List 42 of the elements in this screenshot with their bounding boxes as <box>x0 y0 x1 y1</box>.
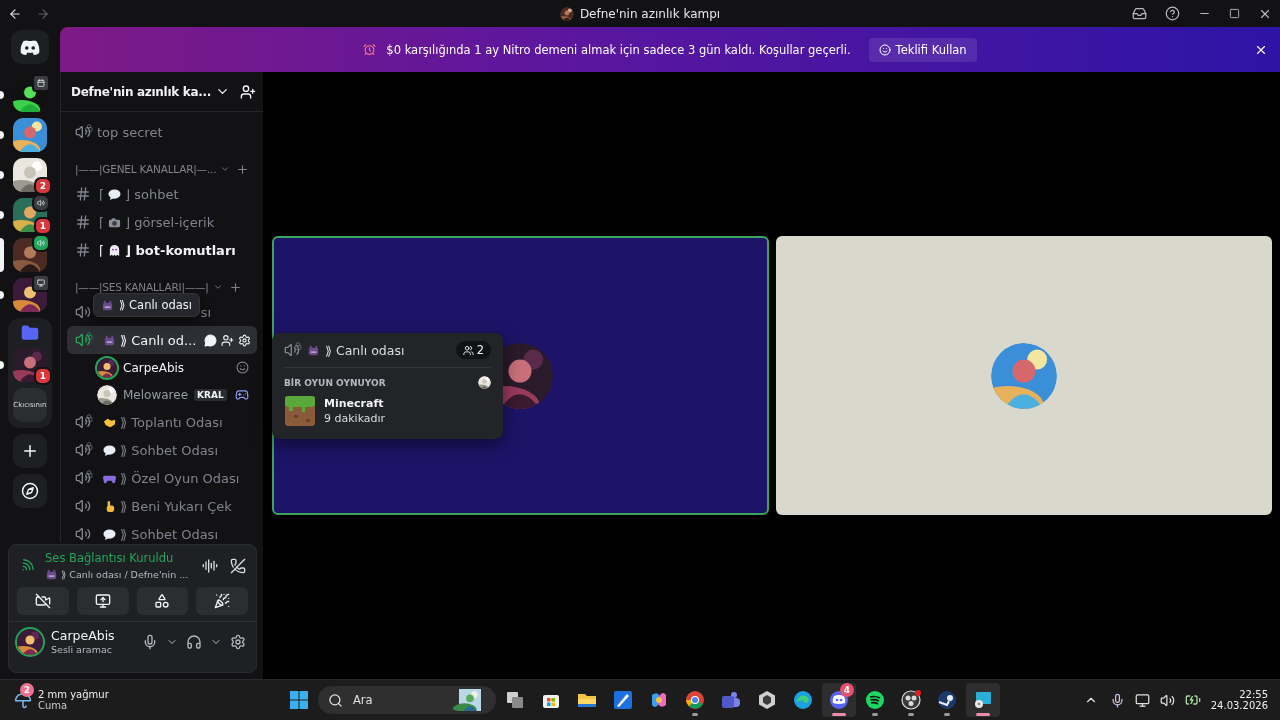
channel-name: ⌋ görsel-içerik <box>125 214 215 230</box>
unread-count: 1 <box>34 367 52 385</box>
weather-text: 2 mm yağmur <box>38 689 109 700</box>
bracket-text: ⌈ <box>99 242 105 258</box>
channel-name: Toplantı Odası <box>131 414 223 430</box>
play-duration: 9 dakikadır <box>324 412 386 425</box>
connection-status: Ses Bağlantısı Kuruldu <box>45 551 175 566</box>
tooltip-text: ⟫ Canlı odası <box>119 298 193 312</box>
user-name: CarpeAbis <box>123 360 185 375</box>
chevron-text: ⟫ <box>120 332 128 348</box>
promo-text: $0 karşılığında 1 ay Nitro demeni almak için sadece 3 gün kaldı. Koşullar geçerli. <box>386 42 851 57</box>
channel-name: Özel Oyun Odası <box>131 470 240 486</box>
user-name: CarpeAbis <box>51 628 116 643</box>
member-count: 2 <box>455 341 491 359</box>
voice-location: ⟫ Canlı odası / Defne'nin ... <box>61 569 189 580</box>
chevron-text: ⟫ <box>120 414 128 430</box>
channel-name: ⌋ bot-komutları <box>125 242 236 258</box>
chevron-text: ⟫ <box>120 470 128 486</box>
channel-name: top secret <box>97 124 163 140</box>
role-tag: KRAL <box>194 388 227 401</box>
chevron-text: ⟫ <box>120 442 128 458</box>
unread-count: 2 <box>34 177 52 195</box>
channel-name: Beni Yukarı Çek <box>131 498 232 514</box>
bracket-text: ⌈ <box>99 214 105 230</box>
user-status: Sesli aramac <box>51 644 113 655</box>
channel-name: Sohbet Odası <box>131 442 218 458</box>
game-name: Minecraft <box>324 397 385 410</box>
chevron-text: ⟫ <box>120 498 128 514</box>
channel-name: Canlı od... <box>131 332 197 348</box>
chevron-text: ⟫ <box>120 526 128 542</box>
popup-title: ⟫ Canlı odası <box>325 342 405 358</box>
window-title: Defne'nin azınlık kampı <box>579 6 721 21</box>
channel-name: sı <box>200 304 211 320</box>
section-label: BİR OYUN OYNUYOR <box>284 377 386 388</box>
channel-name: ⌋ sohbet <box>125 186 179 202</box>
bracket-text: ⌈ <box>99 186 105 202</box>
weather-day: Cuma <box>38 700 109 711</box>
user-name: Melowaree <box>123 387 188 402</box>
weather-badge: 2 <box>20 683 34 697</box>
channel-name: Sohbet Odası <box>131 526 218 542</box>
notification-count: 4 <box>840 683 854 697</box>
unread-count: 1 <box>34 217 52 235</box>
